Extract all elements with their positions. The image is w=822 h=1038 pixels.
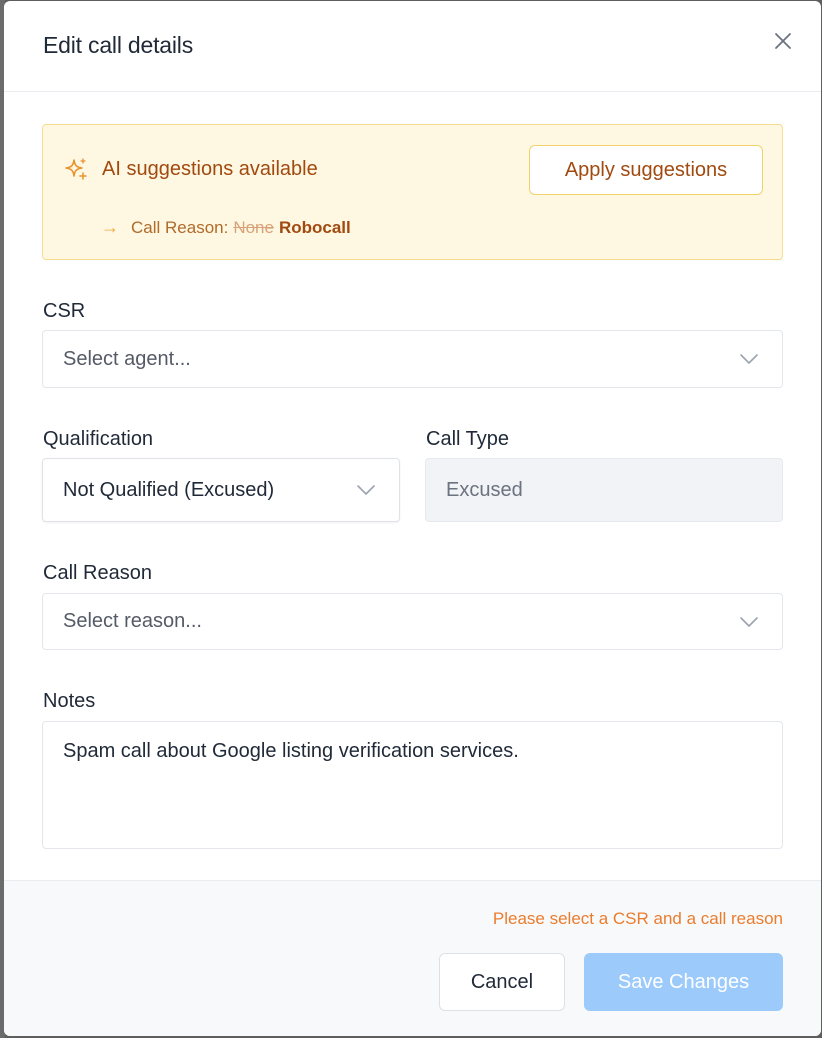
qualification-value: Not Qualified (Excused) xyxy=(63,478,275,501)
call-reason-placeholder: Select reason... xyxy=(63,610,202,632)
save-changes-button[interactable]: Save Changes xyxy=(584,953,783,1011)
suggestion-row: → Call Reason: None Robocall xyxy=(101,217,351,238)
dialog-title: Edit call details xyxy=(43,32,194,58)
ai-suggestions-panel: AI suggestions available Apply suggestio… xyxy=(42,124,783,260)
qualification-select[interactable]: Not Qualified (Excused) xyxy=(42,458,400,522)
ai-suggestions-title: AI suggestions available xyxy=(102,158,318,180)
call-type-label: Call Type xyxy=(426,428,510,450)
validation-error: Please select a CSR and a call reason xyxy=(492,909,783,928)
edit-call-dialog: Edit call details AI suggestions availab… xyxy=(4,1,821,1036)
csr-select[interactable]: Select agent... xyxy=(42,330,783,388)
notes-label: Notes xyxy=(43,690,96,712)
close-icon xyxy=(775,33,791,49)
sparkle-icon xyxy=(65,158,87,180)
csr-label: CSR xyxy=(43,300,86,322)
call-type-field: Excused xyxy=(425,458,783,522)
arrow-right-icon: → xyxy=(101,217,119,237)
suggestion-old-value: None xyxy=(233,217,274,237)
dialog-footer: Please select a CSR and a call reason Ca… xyxy=(4,880,821,1036)
chevron-down-icon xyxy=(740,616,758,627)
call-reason-select[interactable]: Select reason... xyxy=(42,593,783,650)
csr-placeholder: Select agent... xyxy=(63,347,191,370)
chevron-down-icon xyxy=(357,485,375,495)
apply-suggestions-button[interactable]: Apply suggestions xyxy=(529,145,763,195)
qualification-label: Qualification xyxy=(43,428,154,450)
suggestion-field-label: Call Reason: xyxy=(131,217,229,237)
dialog-header: Edit call details xyxy=(4,1,821,92)
suggestion-new-value: Robocall xyxy=(278,217,351,237)
cancel-button[interactable]: Cancel xyxy=(439,953,565,1011)
chevron-down-icon xyxy=(740,354,758,364)
call-reason-label: Call Reason xyxy=(43,562,152,584)
call-type-value: Excused xyxy=(446,478,523,501)
notes-textarea[interactable]: Spam call about Google listing verificat… xyxy=(42,721,783,849)
close-button[interactable] xyxy=(770,28,796,54)
